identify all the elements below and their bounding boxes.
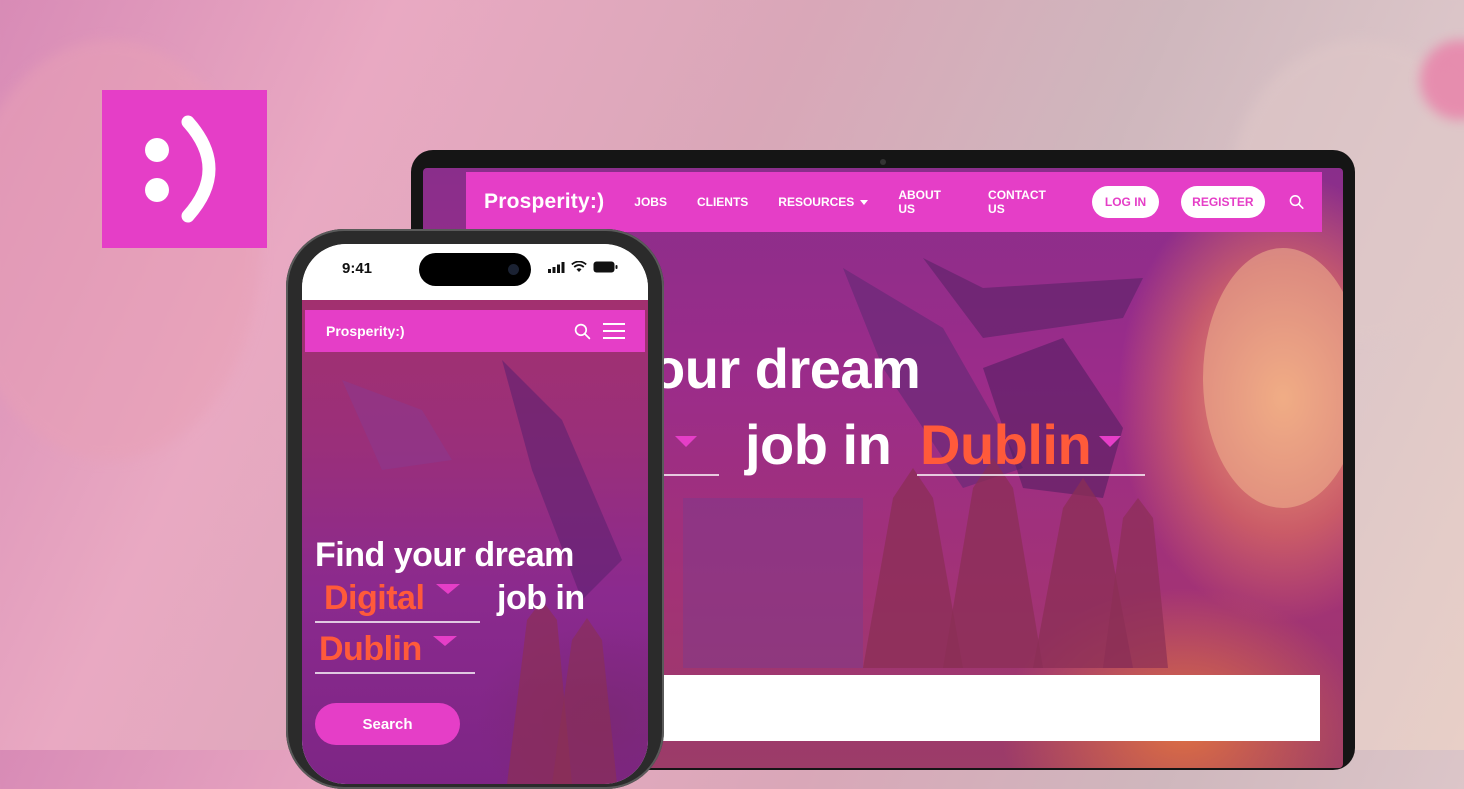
status-time: 9:41 <box>342 260 373 277</box>
nav-link-label: JOBS <box>634 195 667 209</box>
laptop-camera <box>880 159 886 165</box>
category-dropdown-caret-icon[interactable] <box>675 436 697 447</box>
nav-link-resources[interactable]: RESOURCES <box>778 195 869 209</box>
hero-headline-line1: Find your dream <box>315 536 574 574</box>
hero-headline-line1: our dream <box>651 337 921 400</box>
phone-navbar: Prosperity:) <box>305 310 645 352</box>
hero-headline-line2: job in <box>497 579 585 617</box>
city-dropdown-caret-icon[interactable] <box>433 636 457 646</box>
brand-logo-tile <box>102 90 267 248</box>
nav-link-label: CLIENTS <box>696 195 749 209</box>
nav-link-contact-us[interactable]: CONTACT US <box>988 188 1062 216</box>
status-bar: 9:41 <box>302 244 648 300</box>
wifi-icon <box>571 261 587 272</box>
search-icon[interactable] <box>574 323 591 340</box>
login-button[interactable]: LOG IN <box>1092 186 1159 218</box>
phone-display: 9:41 Prosperity:) Find your dream Digita… <box>302 244 648 784</box>
register-button[interactable]: REGISTER <box>1180 186 1265 218</box>
nav-link-clients[interactable]: CLIENTS <box>697 195 748 209</box>
city-dropdown-caret-icon[interactable] <box>1099 436 1121 447</box>
menu-icon[interactable] <box>603 323 625 339</box>
search-button[interactable]: Search <box>315 703 460 745</box>
signal-icon <box>548 261 565 273</box>
city-dropdown[interactable]: Dublin <box>319 630 422 669</box>
category-dropdown-underline <box>315 621 480 623</box>
nav-link-label: CONTACT US <box>988 188 1046 216</box>
nav-link-about-us[interactable]: ABOUT US <box>898 188 958 216</box>
front-camera <box>508 264 519 275</box>
laptop-navbar: Prosperity:) JOBS CLIENTS RESOURCES ABOU… <box>466 172 1322 232</box>
nav-link-label: ABOUT US <box>898 188 941 216</box>
site-logo[interactable]: Prosperity:) <box>326 323 574 339</box>
dynamic-island <box>419 253 531 286</box>
site-logo[interactable]: Prosperity:) <box>484 190 604 214</box>
city-dropdown[interactable]: Dublin <box>920 412 1092 477</box>
category-dropdown[interactable]: Digital <box>324 579 425 618</box>
phone-mockup: 9:41 Prosperity:) Find your dream Digita… <box>286 229 664 789</box>
hero-headline-line2: job in <box>745 413 892 476</box>
caret-down-icon <box>860 199 869 205</box>
nav-link-label: RESOURCES <box>778 195 855 209</box>
city-dropdown-underline <box>315 672 475 674</box>
job-search-panel[interactable] <box>661 675 1320 741</box>
category-dropdown-caret-icon[interactable] <box>436 584 460 594</box>
nav-link-jobs[interactable]: JOBS <box>634 195 667 209</box>
city-dropdown-underline <box>917 474 1145 476</box>
battery-icon <box>593 261 618 273</box>
phone-screen: Prosperity:) Find your dream Digital job… <box>302 300 648 784</box>
smiley-icon <box>144 115 215 223</box>
search-icon[interactable] <box>1289 194 1304 210</box>
status-icons <box>548 261 618 273</box>
